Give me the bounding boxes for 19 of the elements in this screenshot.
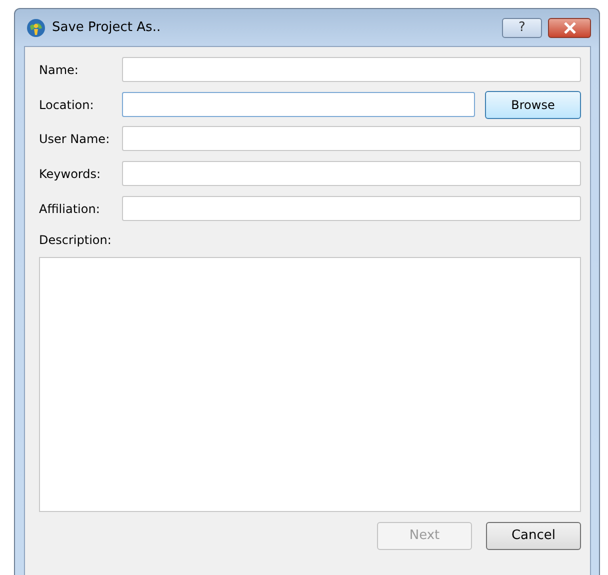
help-button[interactable]: ? (502, 18, 542, 38)
input-field[interactable] (122, 126, 581, 151)
window-title: Save Project As.. (52, 18, 162, 37)
field-label: Name: (39, 62, 80, 78)
input-field[interactable] (122, 161, 581, 186)
field-label: Location: (39, 96, 95, 114)
field-label: Affiliation: (39, 200, 101, 218)
dialog-button[interactable]: Cancel (486, 522, 581, 550)
browse-button[interactable]: Browse (485, 90, 581, 118)
input-field[interactable] (122, 196, 581, 221)
globe-icon (26, 18, 46, 38)
input-field[interactable] (122, 57, 581, 82)
field-label: Description: (39, 232, 112, 249)
field-label: User Name: (39, 130, 111, 148)
description-field[interactable] (39, 257, 581, 512)
input-field[interactable] (122, 92, 475, 117)
field-label: Keywords: (39, 166, 102, 182)
close-icon (562, 22, 576, 34)
close-button[interactable] (548, 18, 591, 38)
